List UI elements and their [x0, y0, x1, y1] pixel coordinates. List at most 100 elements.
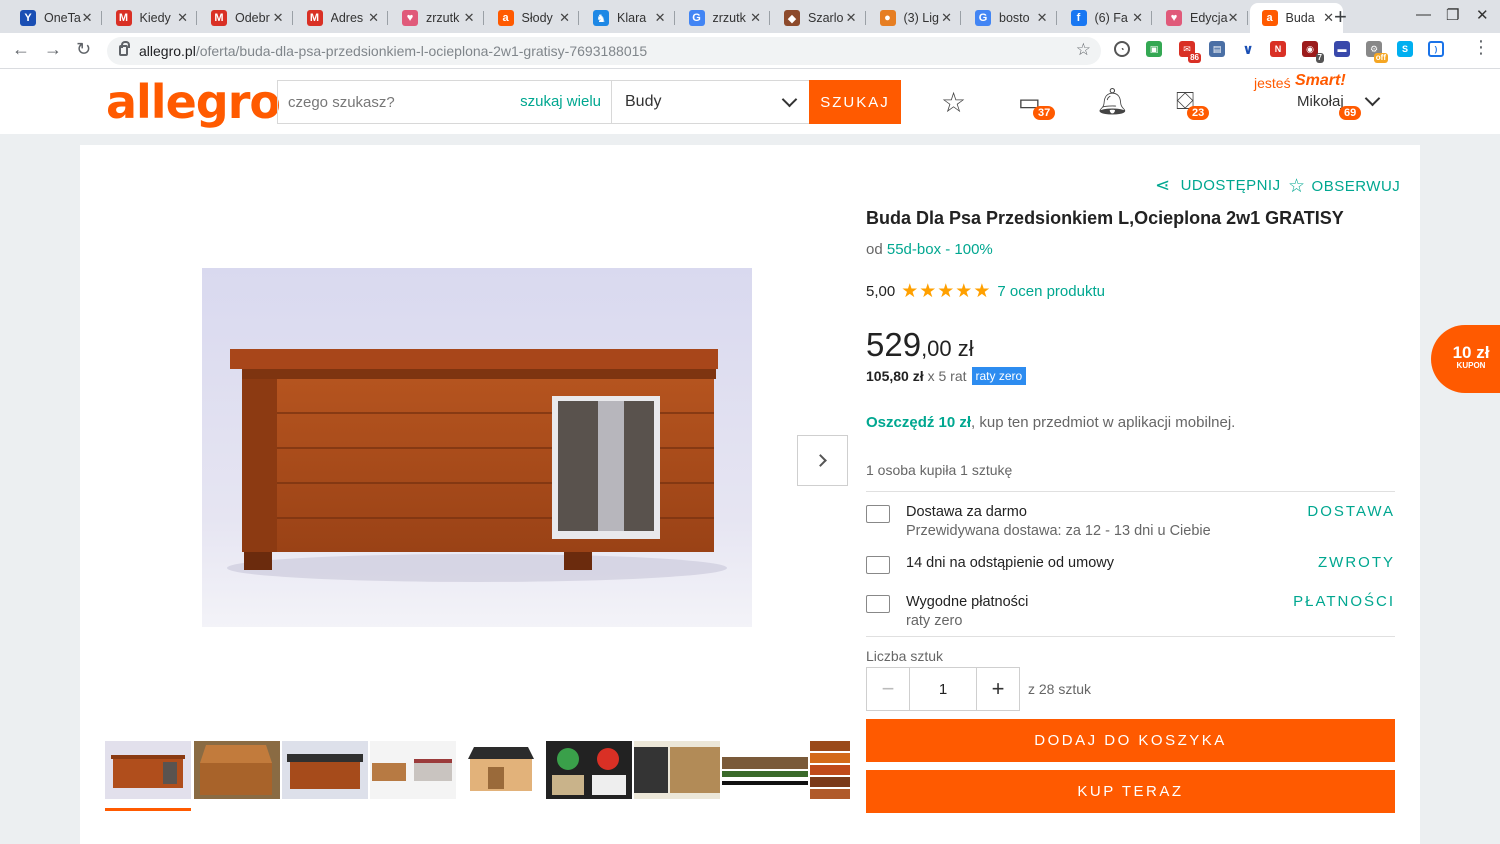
browser-tab[interactable]: a Słody ✕	[486, 3, 580, 33]
close-tab-icon[interactable]: ✕	[177, 10, 188, 26]
browser-tab[interactable]: a Buda ✕	[1249, 3, 1343, 33]
thumbnail-2[interactable]	[194, 741, 280, 799]
returns-link[interactable]: ZWROTY	[1318, 554, 1395, 571]
product-main-image[interactable]	[202, 268, 752, 627]
browser-tab[interactable]: Gbosto ✕	[963, 3, 1057, 33]
extension-n-icon[interactable]: N	[1270, 41, 1286, 57]
search-placeholder: czego szukasz?	[288, 93, 395, 111]
seller-link[interactable]: 55d-box - 100%	[887, 241, 993, 258]
next-image-button[interactable]	[797, 435, 848, 486]
save-amount: Oszczędź 10 zł	[866, 414, 972, 431]
coupon-tab[interactable]: 10 zł KUPON	[1431, 325, 1500, 393]
speed-dial-icon[interactable]: ◔	[1114, 41, 1130, 57]
bookmark-star-icon[interactable]: ☆	[1076, 40, 1091, 60]
thumbnail-9[interactable]	[810, 741, 850, 799]
browser-tab[interactable]: ♥ zrzutk ✕	[390, 3, 484, 33]
browser-tab-strip: Y OneTa ✕ M Kiedy ✕ M Odebr ✕ M Adres ✕ ♥ zrzutk ✕ a Sło…	[0, 0, 1500, 33]
browser-tab[interactable]: M Adres ✕	[295, 3, 389, 33]
installment-count: x 5 rat	[927, 368, 967, 384]
category-select[interactable]: Budy	[611, 80, 810, 124]
user-chevron-down-icon[interactable]	[1364, 90, 1381, 107]
extension-lastpass-icon[interactable]: ◉ 7	[1302, 41, 1324, 63]
address-bar[interactable]: allegro.pl/oferta/buda-dla-psa-przedsion…	[107, 37, 1101, 65]
extension-mail-icon[interactable]: ✉ 86	[1179, 41, 1201, 63]
thumbnail-6[interactable]	[546, 741, 632, 799]
browser-tab[interactable]: ♥ Edycja ✕	[1154, 3, 1248, 33]
back-icon[interactable]: ←	[12, 39, 30, 60]
browser-tab[interactable]: f (6) Fa ✕	[1059, 3, 1153, 33]
cast-icon[interactable]: )	[1428, 41, 1444, 57]
menu-kebab-icon[interactable]: ⋮	[1472, 37, 1490, 58]
minimize-button[interactable]: —	[1416, 6, 1431, 23]
divider	[866, 636, 1395, 637]
close-tab-icon[interactable]: ✕	[655, 10, 666, 26]
close-tab-icon[interactable]: ✕	[1228, 10, 1239, 26]
close-tab-icon[interactable]: ✕	[82, 10, 93, 26]
delivery-estimate: Przewidywana dostawa: za 12 - 13 dni u C…	[906, 523, 1211, 539]
extension-box-icon[interactable]: ▬	[1334, 41, 1350, 57]
decrease-quantity-button[interactable]: −	[867, 668, 909, 710]
close-tab-icon[interactable]: ✕	[368, 10, 379, 26]
browser-tab[interactable]: Y OneTa ✕	[8, 3, 102, 33]
watch-button[interactable]: ☆ OBSERWUJ	[1288, 175, 1400, 198]
quantity-available: z 28 sztuk	[1028, 681, 1092, 697]
close-tab-icon[interactable]: ✕	[750, 10, 761, 26]
close-tab-icon[interactable]: ✕	[1132, 10, 1143, 26]
add-to-cart-button[interactable]: DODAJ DO KOSZYKA	[866, 719, 1395, 762]
close-window-button[interactable]: ✕	[1476, 6, 1489, 24]
seller-prefix: od	[866, 241, 883, 258]
share-button[interactable]: ⋖ UDOSTĘPNIJ	[1155, 175, 1281, 196]
new-tab-button[interactable]: +	[1334, 4, 1347, 30]
payments-link[interactable]: PŁATNOŚCI	[1293, 593, 1395, 610]
thumbnail-1[interactable]	[105, 741, 191, 799]
search-multiple-link[interactable]: szukaj wielu	[520, 93, 601, 110]
extension-icon[interactable]: ▣	[1146, 41, 1162, 57]
watchlist-star-icon[interactable]: ☆	[941, 86, 966, 119]
browser-tab[interactable]: Gzrzutk ✕	[677, 3, 771, 33]
tab-title: Szarlo	[808, 11, 844, 25]
dog-kennel-illustration	[227, 349, 727, 582]
browser-tab[interactable]: ● (3) Lig ✕	[868, 3, 962, 33]
close-tab-icon[interactable]: ✕	[941, 10, 952, 26]
thumbnail-3[interactable]	[282, 741, 368, 799]
close-tab-icon[interactable]: ✕	[1323, 10, 1334, 26]
search-input[interactable]: czego szukasz? szukaj wielu	[277, 80, 611, 124]
thumbnail-8[interactable]	[722, 741, 808, 799]
close-tab-icon[interactable]: ✕	[273, 10, 284, 26]
price-main: 529	[866, 326, 922, 363]
allegro-icon: a	[1261, 10, 1278, 26]
ratings-link[interactable]: 7 ocen produktu	[997, 283, 1105, 300]
extension-v-icon[interactable]: ∨	[1240, 41, 1256, 57]
close-tab-icon[interactable]: ✕	[464, 10, 475, 26]
restore-button[interactable]: ❐	[1446, 6, 1459, 24]
browser-tab[interactable]: M Kiedy ✕	[104, 3, 198, 33]
browser-tab[interactable]: M Odebr ✕	[199, 3, 293, 33]
quantity-input[interactable]: 1	[909, 668, 977, 710]
tab-title: Buda	[1285, 11, 1315, 25]
forward-icon[interactable]: →	[44, 39, 62, 60]
close-tab-icon[interactable]: ✕	[1037, 10, 1048, 26]
browser-tab[interactable]: ◆ Szarlo ✕	[772, 3, 866, 33]
price-cents: ,00 zł	[921, 336, 974, 361]
delivery-link[interactable]: DOSTAWA	[1307, 503, 1395, 520]
reload-icon[interactable]: ↻	[76, 39, 91, 60]
allegro-logo[interactable]: allegro	[106, 75, 281, 129]
buy-now-button[interactable]: KUP TERAZ	[866, 770, 1395, 813]
skype-icon[interactable]: S	[1397, 41, 1413, 57]
extension-gear-icon[interactable]: ⚙ off	[1366, 41, 1388, 63]
raty-zero-badge[interactable]: raty zero	[971, 367, 1027, 385]
close-tab-icon[interactable]: ✕	[846, 10, 857, 26]
thumbnail-4[interactable]	[370, 741, 456, 799]
thumbnail-7[interactable]	[634, 741, 720, 799]
close-tab-icon[interactable]: ✕	[559, 10, 570, 26]
browser-tab[interactable]: ♞ Klara ✕	[581, 3, 675, 33]
user-menu[interactable]: Mikołaj	[1297, 93, 1344, 110]
returns-title: 14 dni na odstąpienie od umowy	[906, 555, 1114, 571]
search-button[interactable]: SZUKAJ	[809, 80, 901, 124]
thumbnail-5[interactable]	[458, 741, 544, 799]
url-host: allegro.pl	[139, 43, 196, 59]
extension-image-icon[interactable]: ▤	[1209, 41, 1225, 57]
seller-info: od 55d-box - 100%	[866, 241, 993, 258]
notifications-bell-icon[interactable]: 🔔︎	[1096, 86, 1129, 117]
increase-quantity-button[interactable]: +	[977, 668, 1019, 710]
